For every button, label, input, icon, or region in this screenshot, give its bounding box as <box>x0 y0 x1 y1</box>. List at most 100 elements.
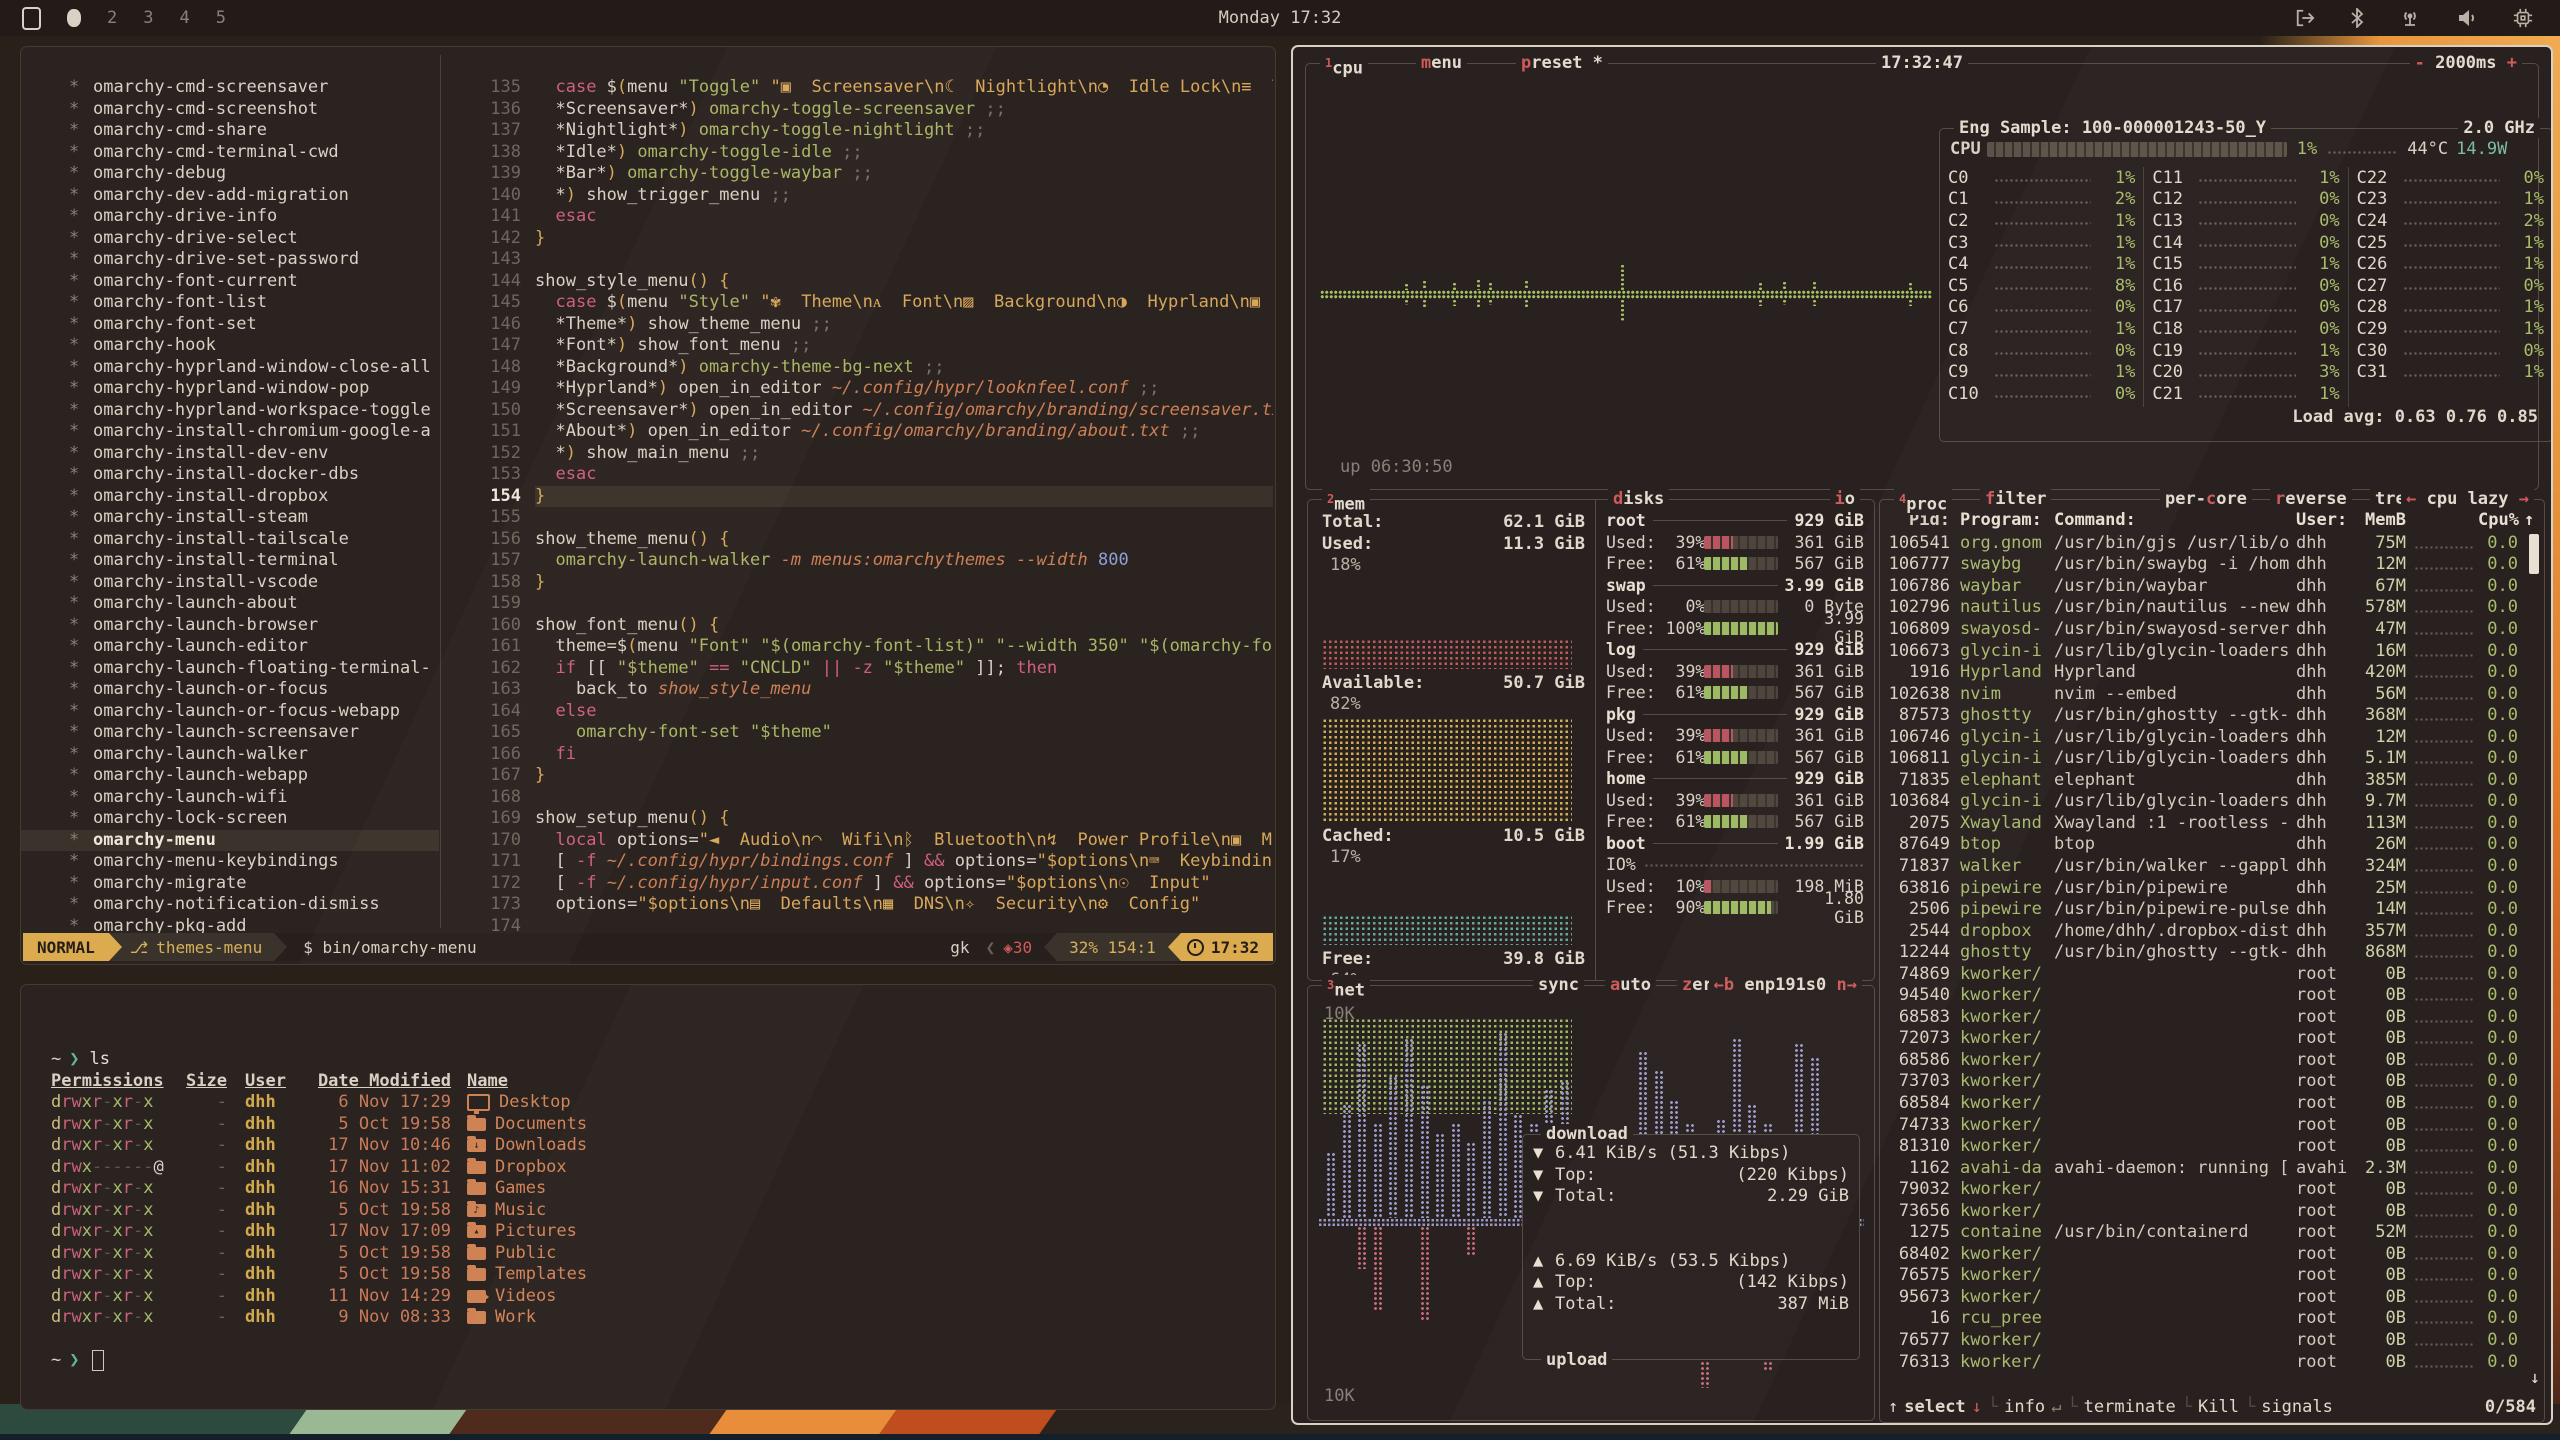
signals-action[interactable]: signals <box>2261 1397 2333 1417</box>
file-list-item[interactable]: *omarchy-menu-keybindings <box>21 851 439 873</box>
process-row[interactable]: 2544dropbox/home/dhh/.dropbox-distdhh357… <box>1880 920 2544 942</box>
process-row[interactable]: 95673kworker/root0B0.0 <box>1880 1286 2544 1308</box>
process-row[interactable]: 72073kworker/root0B0.0 <box>1880 1028 2544 1050</box>
menu-button[interactable]: menu <box>1416 53 1467 73</box>
file-list-item[interactable]: *omarchy-launch-browser <box>21 615 439 637</box>
info-action[interactable]: info <box>2004 1397 2045 1417</box>
file-list-item[interactable]: *omarchy-dev-add-migration <box>21 185 439 207</box>
prompt-line[interactable]: ~❯ls <box>51 1049 587 1071</box>
btop-window[interactable]: 1cpu menu preset * 17:32:47 - 2000ms + E… <box>1291 45 2553 1425</box>
scroll-down-icon[interactable]: ↓ <box>2530 1368 2540 1388</box>
code-line[interactable]: *Idle*) omarchy-toggle-idle ;; <box>535 142 1273 164</box>
file-list-item[interactable]: *omarchy-launch-wifi <box>21 787 439 809</box>
process-row[interactable]: 16rcu_preeroot0B0.0 <box>1880 1308 2544 1330</box>
code-line[interactable]: *) show_trigger_menu ;; <box>535 185 1273 207</box>
code-line[interactable] <box>535 507 1273 529</box>
process-row[interactable]: 106809swayosd-/usr/bin/swayosd-serverdhh… <box>1880 618 2544 640</box>
file-list-item[interactable]: *omarchy-cmd-share <box>21 120 439 142</box>
process-row[interactable]: 73656kworker/root0B0.0 <box>1880 1200 2544 1222</box>
process-row[interactable]: 106746glycin-i/usr/lib/glycin-loadersdhh… <box>1880 726 2544 748</box>
preset-button[interactable]: preset * <box>1516 53 1608 73</box>
code-line[interactable]: show_style_menu() { <box>535 271 1273 293</box>
file-list-item[interactable]: *omarchy-lock-screen <box>21 808 439 830</box>
cpu-box-title[interactable]: 1cpu <box>1320 53 1368 79</box>
terminal-window[interactable]: ~❯lsPermissionsSizeUserDate ModifiedName… <box>20 984 1276 1410</box>
code-line[interactable]: } <box>535 228 1273 250</box>
process-row[interactable]: 73703kworker/root0B0.0 <box>1880 1071 2544 1093</box>
proc-sort-selector[interactable]: ← cpu lazy → <box>2401 489 2534 509</box>
process-row[interactable]: 106541org.gnom/usr/bin/gjs /usr/lib/odhh… <box>1880 532 2544 554</box>
code-pane[interactable]: case $(menu "Toggle" "▣ Screensaver\n☾ N… <box>535 77 1273 937</box>
file-list-item[interactable]: *omarchy-font-current <box>21 271 439 293</box>
process-row[interactable]: 1275containe/usr/bin/containerdroot52M0.… <box>1880 1222 2544 1244</box>
kill-action[interactable]: Kill <box>2198 1397 2239 1417</box>
file-list-item[interactable]: *omarchy-launch-or-focus-webapp <box>21 701 439 723</box>
code-line[interactable]: *) show_main_menu ;; <box>535 443 1273 465</box>
file-list-item[interactable]: *omarchy-cmd-screensaver <box>21 77 439 99</box>
code-line[interactable]: omarchy-font-set "$theme" <box>535 722 1273 744</box>
file-list-item[interactable]: *omarchy-cmd-screenshot <box>21 99 439 121</box>
file-list-item[interactable]: *omarchy-drive-select <box>21 228 439 250</box>
file-list-item[interactable]: *omarchy-launch-screensaver <box>21 722 439 744</box>
editor-window[interactable]: *omarchy-cmd-screensaver*omarchy-cmd-scr… <box>20 46 1276 965</box>
file-list-item[interactable]: *omarchy-drive-info <box>21 206 439 228</box>
process-row[interactable]: 68584kworker/root0B0.0 <box>1880 1092 2544 1114</box>
code-line[interactable]: esac <box>535 206 1273 228</box>
process-row[interactable]: 74733kworker/root0B0.0 <box>1880 1114 2544 1136</box>
proc-scrollbar[interactable] <box>2529 534 2539 574</box>
file-list-item[interactable]: *omarchy-install-dropbox <box>21 486 439 508</box>
file-list-item[interactable]: *omarchy-font-set <box>21 314 439 336</box>
interval-control[interactable]: - 2000ms + <box>2410 53 2522 73</box>
select-up-key[interactable]: ↑ <box>1888 1397 1898 1417</box>
file-list-item[interactable]: *omarchy-hyprland-window-close-all <box>21 357 439 379</box>
code-line[interactable]: [ -f ~/.config/hypr/bindings.conf ] && o… <box>535 851 1273 873</box>
code-line[interactable]: *Background*) omarchy-theme-bg-next ;; <box>535 357 1273 379</box>
file-list-item[interactable]: *omarchy-install-dev-env <box>21 443 439 465</box>
code-line[interactable]: omarchy-launch-walker -m menus:omarchyth… <box>535 550 1273 572</box>
code-line[interactable]: *Font*) show_font_menu ;; <box>535 335 1273 357</box>
code-line[interactable]: local options="◄ Audio\n◠ Wifi\nᛒ Blueto… <box>535 830 1273 852</box>
file-list-item[interactable]: *omarchy-hook <box>21 335 439 357</box>
process-row[interactable]: 68583kworker/root0B0.0 <box>1880 1006 2544 1028</box>
process-row[interactable]: 76577kworker/root0B0.0 <box>1880 1329 2544 1351</box>
code-line[interactable]: case $(menu "Style" "✾ Theme\nᴀ Font\n▨ … <box>535 292 1273 314</box>
file-list-item[interactable]: *omarchy-font-list <box>21 292 439 314</box>
code-line[interactable] <box>535 249 1273 271</box>
file-list-item[interactable]: *omarchy-notification-dismiss <box>21 894 439 916</box>
code-line[interactable]: } <box>535 486 1273 508</box>
process-row[interactable]: 71837walker/usr/bin/walker --gappldhh324… <box>1880 855 2544 877</box>
proc-reverse-toggle[interactable]: reverse <box>2270 489 2352 509</box>
net-auto-toggle[interactable]: auto <box>1605 975 1656 995</box>
file-list-item[interactable]: *omarchy-install-steam <box>21 507 439 529</box>
process-row[interactable]: 79032kworker/root0B0.0 <box>1880 1178 2544 1200</box>
proc-filter[interactable]: filter <box>1980 489 2051 509</box>
file-list-item[interactable]: *omarchy-launch-walker <box>21 744 439 766</box>
code-line[interactable]: options="$options\n▤ Defaults\n▦ DNS\n✧ … <box>535 894 1273 916</box>
volume-icon[interactable] <box>2456 8 2478 28</box>
process-row[interactable]: 106673glycin-i/usr/lib/glycin-loadersdhh… <box>1880 640 2544 662</box>
code-line[interactable]: *Screensaver*) omarchy-toggle-screensave… <box>535 99 1273 121</box>
logout-icon[interactable] <box>2294 8 2316 28</box>
process-row[interactable]: 106777swaybg/usr/bin/swaybg -i /homdhh12… <box>1880 554 2544 576</box>
net-interface-switcher[interactable]: ←b enp191s0 n→ <box>1709 975 1862 995</box>
code-line[interactable]: theme=$(menu "Font" "$(omarchy-font-list… <box>535 636 1273 658</box>
process-row[interactable]: 76575kworker/root0B0.0 <box>1880 1265 2544 1287</box>
process-row[interactable]: 106786waybar/usr/bin/waybardhh67M0.0 <box>1880 575 2544 597</box>
process-row[interactable]: 12244ghostty/usr/bin/ghostty --gtk-dhh86… <box>1880 941 2544 963</box>
proc-percore-toggle[interactable]: per-core <box>2160 489 2252 509</box>
file-list-item[interactable]: *omarchy-cmd-terminal-cwd <box>21 142 439 164</box>
code-line[interactable]: *Hyprland*) open_in_editor ~/.config/hyp… <box>535 378 1273 400</box>
file-list-item[interactable]: *omarchy-hyprland-window-pop <box>21 378 439 400</box>
code-line[interactable] <box>535 787 1273 809</box>
code-line[interactable]: } <box>535 572 1273 594</box>
code-line[interactable]: show_theme_menu() { <box>535 529 1273 551</box>
code-line[interactable]: else <box>535 701 1273 723</box>
process-row[interactable]: 106811glycin-i/usr/lib/glycin-loadersdhh… <box>1880 747 2544 769</box>
file-list-item[interactable]: *omarchy-install-terminal <box>21 550 439 572</box>
process-row[interactable]: 74869kworker/root0B0.0 <box>1880 963 2544 985</box>
code-line[interactable]: fi <box>535 744 1273 766</box>
process-row[interactable]: 102796nautilus/usr/bin/nautilus --newdhh… <box>1880 597 2544 619</box>
code-line[interactable]: *Screensaver*) open_in_editor ~/.config/… <box>535 400 1273 422</box>
process-row[interactable]: 1162avahi-daavahi-daemon: running [avahi… <box>1880 1157 2544 1179</box>
file-list-item[interactable]: *omarchy-install-docker-dbs <box>21 464 439 486</box>
